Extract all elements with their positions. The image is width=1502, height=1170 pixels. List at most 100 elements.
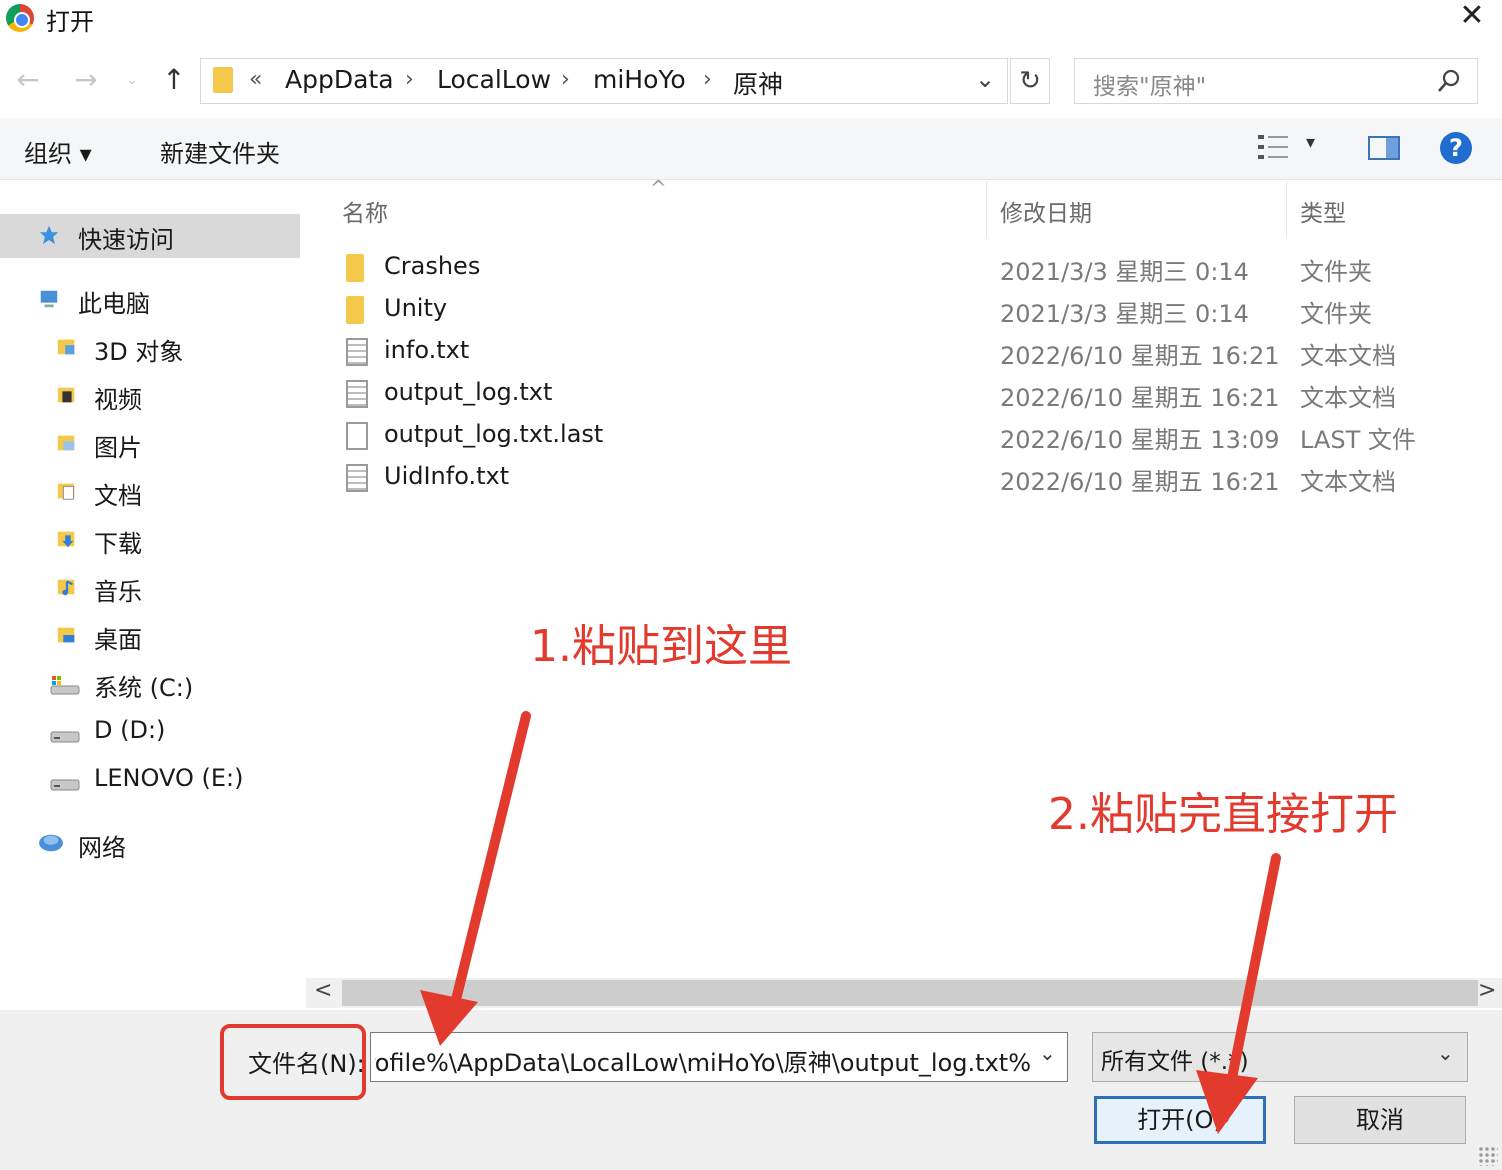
column-divider[interactable]: [986, 182, 987, 238]
file-type: 文本文档: [1300, 384, 1396, 412]
breadcrumb-appdata[interactable]: AppData: [285, 65, 394, 94]
refresh-icon[interactable]: ↻: [1010, 58, 1050, 104]
address-bar[interactable]: « AppData › LocalLow › miHoYo › 原神 ⌄: [200, 58, 1008, 104]
new-folder-button[interactable]: 新建文件夹: [160, 134, 280, 169]
sidebar-item-label: 文档: [94, 482, 142, 510]
text-file-icon: [346, 380, 368, 408]
folder-icon: [346, 296, 364, 324]
scrollbar-thumb[interactable]: [342, 980, 1478, 1006]
breadcrumb-separator-chevron-icon[interactable]: ›: [703, 67, 712, 92]
address-dropdown-chevron-icon[interactable]: ⌄: [975, 65, 995, 93]
help-icon[interactable]: ?: [1440, 132, 1472, 164]
sidebar-item-downloads[interactable]: 下载: [0, 518, 300, 562]
sidebar-item-quick-access[interactable]: 快速访问: [0, 214, 300, 258]
sidebar-item-this-pc[interactable]: 此电脑: [0, 278, 300, 322]
view-options-icon[interactable]: [1256, 132, 1292, 162]
sidebar-item-desktop[interactable]: 桌面: [0, 614, 300, 658]
sidebar-item-drive-c[interactable]: 系统 (C:): [0, 662, 300, 706]
column-header-date[interactable]: 修改日期: [1000, 194, 1092, 228]
sidebar-item-drive-d[interactable]: D (D:): [0, 710, 300, 754]
up-arrow-icon[interactable]: ↑: [156, 60, 192, 100]
file-name: info.txt: [384, 336, 470, 364]
column-header-type[interactable]: 类型: [1300, 194, 1346, 228]
sidebar-item-pictures[interactable]: 图片: [0, 422, 300, 466]
text-file-icon: [346, 338, 368, 366]
preview-pane-icon[interactable]: [1368, 136, 1400, 160]
breadcrumb-yuanshen[interactable]: 原神: [733, 65, 783, 101]
scroll-left-arrow-icon[interactable]: <: [314, 978, 332, 1003]
sidebar-item-label: LENOVO (E:): [94, 764, 244, 792]
dialog-footer: 文件名(N): %userprofile%\AppData\LocalLow\m…: [0, 1010, 1502, 1170]
organize-button[interactable]: 组织 ▾: [24, 134, 92, 169]
drive-icon: [50, 779, 80, 791]
search-input[interactable]: 搜索"原神": [1074, 58, 1478, 104]
sidebar-item-label: 快速访问: [78, 226, 174, 254]
file-row-uidinfo-txt[interactable]: UidInfo.txt 2022/6/10 星期五 16:21 文本文档: [336, 458, 1486, 500]
breadcrumb-overflow[interactable]: «: [249, 67, 262, 92]
file-type-value: 所有文件 (*.*): [1101, 1049, 1249, 1075]
filename-input[interactable]: %userprofile%\AppData\LocalLow\miHoYo\原神…: [370, 1032, 1068, 1082]
text-file-icon: [346, 464, 368, 492]
filename-dropdown-chevron-icon[interactable]: ⌄: [1039, 1041, 1056, 1065]
filename-value: %userprofile%\AppData\LocalLow\miHoYo\原神…: [375, 1049, 1031, 1077]
music-icon: [57, 579, 75, 596]
file-name: Crashes: [384, 252, 481, 280]
sidebar-item-music[interactable]: 音乐: [0, 566, 300, 610]
window-title: 打开: [46, 8, 94, 36]
file-name: output_log.txt: [384, 378, 553, 406]
file-type-dropdown-chevron-icon[interactable]: ⌄: [1437, 1041, 1454, 1065]
search-icon: [1438, 69, 1460, 92]
sidebar-item-label: 音乐: [94, 578, 142, 606]
open-button[interactable]: 打开(O): [1094, 1096, 1266, 1144]
blank-file-icon: [346, 422, 368, 450]
desktop-icon: [57, 627, 75, 643]
file-row-unity[interactable]: Unity 2021/3/3 星期三 0:14 文件夹: [336, 290, 1486, 332]
sidebar-item-label: 系统 (C:): [94, 674, 194, 702]
view-dropdown-chevron-icon[interactable]: ▾: [1306, 132, 1315, 153]
breadcrumb-mihoyo[interactable]: miHoYo: [593, 65, 686, 94]
sidebar-item-label: 视频: [94, 386, 142, 414]
file-row-output-log-last[interactable]: output_log.txt.last 2022/6/10 星期五 13:09 …: [336, 416, 1486, 458]
title-bar: 打开 ✕: [0, 0, 1502, 40]
horizontal-scrollbar[interactable]: < >: [306, 978, 1502, 1008]
file-row-crashes[interactable]: Crashes 2021/3/3 星期三 0:14 文件夹: [336, 248, 1486, 290]
system-drive-icon: [50, 676, 80, 695]
back-arrow-icon[interactable]: ←: [10, 60, 46, 100]
sidebar-item-label: 图片: [94, 434, 142, 462]
sidebar-item-drive-e[interactable]: LENOVO (E:): [0, 758, 300, 802]
sidebar-item-3d-objects[interactable]: 3D 对象: [0, 326, 300, 370]
sidebar-item-label: 3D 对象: [94, 338, 184, 366]
breadcrumb-locallow[interactable]: LocalLow: [437, 65, 551, 94]
forward-arrow-icon[interactable]: →: [68, 60, 104, 100]
file-row-output-log-txt[interactable]: output_log.txt 2022/6/10 星期五 16:21 文本文档: [336, 374, 1486, 416]
close-button[interactable]: ✕: [1452, 0, 1492, 36]
file-date: 2022/6/10 星期五 16:21: [1000, 384, 1280, 412]
resize-grip-icon[interactable]: [1478, 1146, 1498, 1166]
file-name: output_log.txt.last: [384, 420, 604, 448]
command-toolbar: 组织 ▾ 新建文件夹 ▾ ?: [0, 118, 1502, 180]
sidebar-item-videos[interactable]: 视频: [0, 374, 300, 418]
cancel-button[interactable]: 取消: [1294, 1096, 1466, 1144]
sidebar-item-documents[interactable]: 文档: [0, 470, 300, 514]
breadcrumb-separator-chevron-icon[interactable]: ›: [405, 67, 414, 92]
sidebar-item-label: D (D:): [94, 716, 166, 744]
file-row-info-txt[interactable]: info.txt 2022/6/10 星期五 16:21 文本文档: [336, 332, 1486, 374]
video-icon: [57, 387, 75, 403]
breadcrumb-separator-chevron-icon[interactable]: ›: [561, 67, 570, 92]
documents-icon: [57, 483, 75, 500]
file-type: 文件夹: [1300, 300, 1372, 328]
file-date: 2021/3/3 星期三 0:14: [1000, 300, 1249, 328]
filename-label-highlight-box: [220, 1024, 366, 1100]
sidebar-item-label: 下载: [94, 530, 142, 558]
sidebar-item-network[interactable]: 网络: [0, 822, 300, 866]
scroll-right-arrow-icon[interactable]: >: [1478, 978, 1496, 1003]
recent-locations-chevron-icon[interactable]: ⌄: [118, 60, 146, 100]
search-placeholder: 搜索"原神": [1093, 74, 1207, 100]
file-type: 文件夹: [1300, 258, 1372, 286]
column-divider[interactable]: [1286, 182, 1287, 238]
column-header-name[interactable]: 名称: [342, 194, 388, 228]
file-name: Unity: [384, 294, 448, 322]
sidebar-item-label: 此电脑: [78, 290, 150, 318]
3d-objects-icon: [57, 339, 75, 355]
file-type-select[interactable]: 所有文件 (*.*) ⌄: [1092, 1032, 1468, 1082]
